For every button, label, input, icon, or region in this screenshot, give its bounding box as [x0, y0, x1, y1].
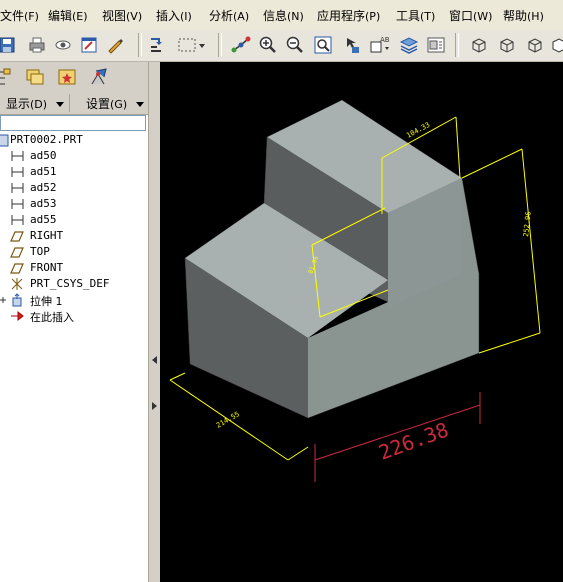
tab-folder-browser[interactable]	[22, 64, 48, 90]
wireframe-icon[interactable]	[468, 34, 490, 56]
dim-width[interactable]: 226.38	[376, 417, 452, 464]
dimension-icon	[11, 199, 24, 209]
redraw-icon[interactable]	[104, 34, 126, 56]
view-icon[interactable]	[52, 34, 74, 56]
tab-connections[interactable]	[86, 64, 112, 90]
shading-icon[interactable]	[548, 34, 563, 56]
panel-dropdown-bar: 显示(D) 设置(G)	[0, 92, 148, 115]
reorient-icon[interactable]	[340, 34, 362, 56]
svg-text:AB: AB	[380, 36, 390, 44]
solid-model	[184, 99, 480, 419]
menu-analysis[interactable]: 分析(A)	[209, 7, 249, 24]
dimension-icon	[11, 167, 24, 177]
zoom-in-icon[interactable]	[257, 34, 279, 56]
dimension-icon	[11, 215, 24, 225]
regenerate-icon[interactable]	[146, 34, 168, 56]
menu-help[interactable]: 帮助(H)	[503, 7, 544, 24]
refit-icon[interactable]	[312, 34, 334, 56]
datum-display-icon[interactable]	[230, 34, 252, 56]
dim-top-width[interactable]: 104.33	[405, 121, 431, 140]
settings-dropdown[interactable]: 设置(G)	[86, 95, 145, 111]
menu-edit[interactable]: 编辑(E)	[48, 7, 88, 24]
toolbar-separator	[455, 33, 459, 57]
hidden-line-icon[interactable]	[496, 34, 518, 56]
toolbar-separator	[218, 33, 222, 57]
datum-plane-icon	[10, 263, 24, 274]
dropdown-divider	[69, 94, 70, 112]
layers-icon[interactable]	[398, 34, 420, 56]
menu-insert[interactable]: 插入(I)	[156, 7, 192, 24]
menu-bar: 文件(F) 编辑(E) 视图(V) 插入(I) 分析(A) 信息(N) 应用程序…	[0, 0, 563, 31]
model-tree-panel: 显示(D) 设置(G) PRT0002.PRT ad50 ad51 ad52 a	[0, 62, 148, 582]
menu-applications[interactable]: 应用程序(P)	[317, 7, 380, 24]
datum-plane-icon	[10, 231, 24, 242]
part-icon	[0, 134, 9, 147]
view-manager-icon[interactable]	[425, 34, 447, 56]
main-toolbar: AB	[0, 30, 563, 62]
menu-file[interactable]: 文件(F)	[0, 7, 39, 24]
dimension-icon	[11, 151, 24, 161]
tab-model-tree[interactable]	[0, 64, 16, 90]
panel-tabs	[0, 62, 148, 92]
menu-info[interactable]: 信息(N)	[263, 7, 304, 24]
tree-filter-input[interactable]	[0, 115, 146, 131]
menu-window[interactable]: 窗口(W)	[449, 7, 492, 24]
print-icon[interactable]	[26, 34, 48, 56]
tab-favorites[interactable]	[54, 64, 80, 90]
csys-icon	[11, 278, 23, 290]
save-icon[interactable]	[0, 34, 18, 56]
dimension-icon	[11, 183, 24, 193]
named-view-icon[interactable]: AB	[368, 34, 390, 56]
datum-plane-icon	[10, 247, 24, 258]
edit-window-icon[interactable]	[78, 34, 100, 56]
show-dropdown[interactable]: 显示(D)	[6, 95, 65, 111]
no-hidden-icon[interactable]	[524, 34, 546, 56]
select-box-icon[interactable]	[176, 34, 206, 56]
expand-right-icon[interactable]	[152, 402, 157, 410]
graphics-window[interactable]: 104.33 252.96 81.96 214.55 226.38	[160, 62, 563, 582]
dim-height[interactable]: 252.96	[522, 211, 533, 237]
extrude-icon	[12, 293, 22, 307]
insert-here-arrow-icon	[11, 310, 24, 322]
menu-view[interactable]: 视图(V)	[102, 7, 142, 24]
menu-tools[interactable]: 工具(T)	[396, 7, 435, 24]
toolbar-separator	[138, 33, 142, 57]
zoom-out-icon[interactable]	[284, 34, 306, 56]
collapse-left-icon[interactable]	[152, 356, 157, 364]
